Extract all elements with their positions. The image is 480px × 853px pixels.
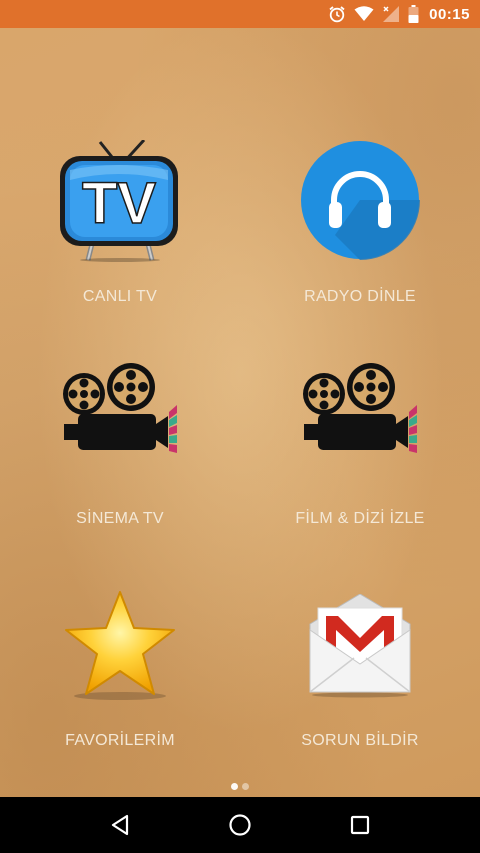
radyo-dinle-tile[interactable]: RADYO DİNLE <box>240 120 480 342</box>
sorun-bildir-label: SORUN BİLDİR <box>301 732 419 749</box>
home-button[interactable] <box>220 805 260 845</box>
page-dot-1[interactable] <box>231 782 238 790</box>
back-button[interactable] <box>100 805 140 845</box>
sorun-bildir-tile[interactable]: SORUN BİLDİR <box>240 564 480 786</box>
recents-icon <box>350 815 370 835</box>
favorilerim-tile[interactable]: FAVORİLERİM <box>0 564 240 786</box>
canli-tv-label: CANLI TV <box>82 288 158 305</box>
film-dizi-izle-tile[interactable]: FİLM & DİZİ İZLE <box>240 342 480 564</box>
cell-signal-off-icon <box>382 5 400 23</box>
wifi-icon <box>354 6 374 22</box>
page-indicator <box>0 780 480 792</box>
tv-icon: TV <box>58 138 182 267</box>
canli-tv-tile[interactable]: TV CANLI TV <box>0 120 240 342</box>
svg-text:TV: TV <box>82 171 156 236</box>
navigation-bar <box>0 797 480 853</box>
page-dot-2[interactable] <box>242 782 249 790</box>
sinema-tv-tile[interactable]: SİNEMA TV <box>0 342 240 564</box>
home-icon <box>229 814 251 836</box>
headphones-icon <box>300 140 420 265</box>
radyo-dinle-label: RADYO DİNLE <box>304 288 416 305</box>
film-dizi-izle-label: FİLM & DİZİ İZLE <box>295 510 425 527</box>
back-icon <box>111 814 129 836</box>
main-menu: TV CANLI TV RADYO DİNLE SİNEMA TV FİLM &… <box>0 28 480 797</box>
battery-icon <box>408 5 419 23</box>
mail-icon <box>308 593 412 703</box>
status-bar: 00:15 <box>0 0 480 28</box>
status-time: 00:15 <box>429 5 470 23</box>
favorilerim-label: FAVORİLERİM <box>65 732 175 749</box>
alarm-icon <box>328 5 346 23</box>
film-projector-icon <box>300 362 420 459</box>
sinema-tv-label: SİNEMA TV <box>76 510 164 527</box>
star-icon <box>62 588 178 707</box>
film-projector-icon <box>60 362 180 459</box>
recents-button[interactable] <box>340 805 380 845</box>
